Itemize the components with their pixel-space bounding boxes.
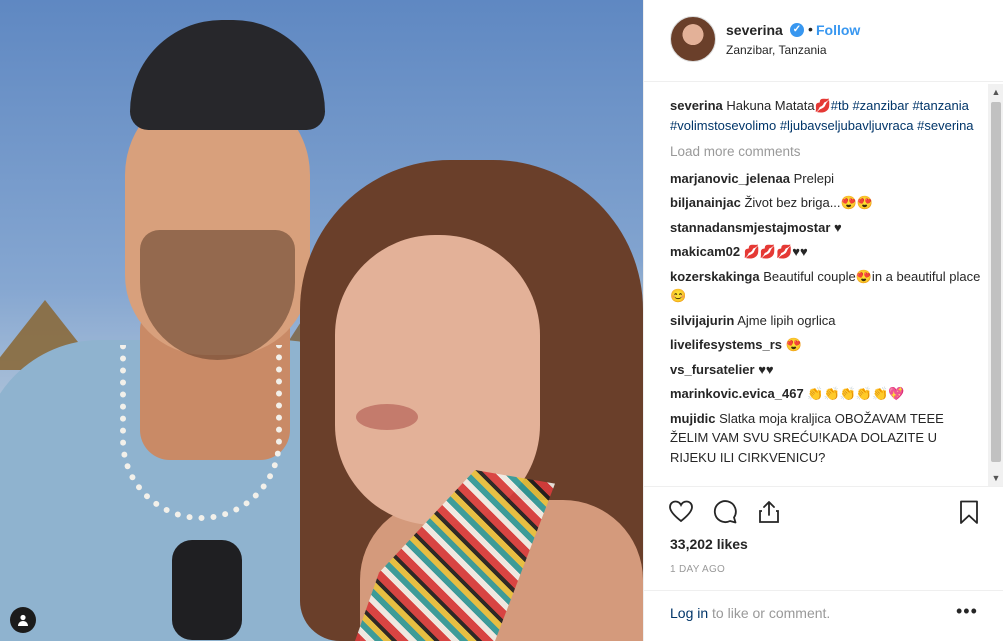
caption-text: Hakuna Matata💋 [726, 98, 831, 113]
comment-username[interactable]: mujidic [670, 411, 716, 426]
comment-item: stannadansmjestajmostar ♥ [670, 218, 984, 238]
photo-sunglasses [172, 540, 242, 640]
comment-item: vs_fursatelier ♥♥ [670, 360, 984, 380]
user-tag-icon[interactable] [10, 607, 36, 633]
comment-item: biljanainjac Život bez briga...😍😍 [670, 193, 984, 213]
comment-text: ♥♥ [758, 361, 774, 377]
comment-username[interactable]: marinkovic.evica_467 [670, 386, 804, 401]
caption: severina Hakuna Matata💋#tb #zanzibar #ta… [670, 96, 984, 135]
hashtag-link[interactable]: #severina [917, 118, 973, 133]
action-bar [644, 486, 1003, 538]
verified-badge-icon: ✓ [790, 23, 804, 37]
comment-item: marinkovic.evica_467 👏👏👏👏👏💖 [670, 384, 984, 404]
heart-icon[interactable] [668, 499, 694, 525]
location-link[interactable]: Zanzibar, Tanzania [726, 43, 827, 57]
comment-username[interactable]: stannadansmjestajmostar [670, 220, 830, 235]
caption-username[interactable]: severina [670, 98, 723, 113]
comment-username[interactable]: makicam02 [670, 244, 740, 259]
comment-text: Život bez briga...😍😍 [744, 195, 873, 210]
comment-footer: Log in to like or comment. ••• [644, 590, 1003, 641]
comments-list[interactable]: severina Hakuna Matata💋#tb #zanzibar #ta… [670, 96, 984, 486]
comment-username[interactable]: biljanainjac [670, 195, 741, 210]
post-header: severina ✓ • Follow Zanzibar, Tanzania [644, 0, 1003, 82]
comment-text: ♥ [834, 219, 842, 235]
photo-man-necklace [120, 345, 282, 521]
comment-item: makicam02 💋💋💋♥♥ [670, 242, 984, 262]
login-prompt: Log in to like or comment. [670, 605, 830, 621]
hashtag-link[interactable]: #zanzibar [852, 98, 908, 113]
post-photo[interactable] [0, 0, 643, 641]
bookmark-icon[interactable] [956, 499, 982, 525]
comment-item: mujidic Slatka moja kraljica OBOŽAVAM TE… [670, 409, 984, 468]
header-username[interactable]: severina [726, 22, 783, 38]
more-options-icon[interactable]: ••• [956, 601, 978, 622]
scroll-up-arrow-icon[interactable]: ▲ [988, 84, 1003, 100]
post-timestamp[interactable]: 1 DAY AGO [670, 564, 725, 575]
follow-button[interactable]: Follow [816, 22, 860, 38]
comment-text: 😍 [785, 337, 802, 352]
hashtag-link[interactable]: #tb [831, 98, 849, 113]
hashtag-link[interactable]: #tanzania [912, 98, 968, 113]
comment-item: marjanovic_jelenaa Prelepi [670, 169, 984, 189]
hashtag-link[interactable]: #ljubavseljubavljuvraca [780, 118, 914, 133]
comment-username[interactable]: livelifesystems_rs [670, 337, 782, 352]
avatar[interactable] [670, 16, 716, 62]
comment-username[interactable]: marjanovic_jelenaa [670, 171, 790, 186]
login-prompt-text: to like or comment. [708, 605, 831, 621]
comment-item: silvijajurin Ajme lipih ogrlica [670, 311, 984, 331]
scrollbar-thumb[interactable] [991, 102, 1001, 462]
header-separator: • [808, 21, 813, 37]
comment-username[interactable]: kozerskakinga [670, 269, 760, 284]
instagram-post: severina ✓ • Follow Zanzibar, Tanzania s… [0, 0, 1003, 641]
comment-text: 💋💋💋♥♥ [743, 244, 808, 259]
post-side-panel: severina ✓ • Follow Zanzibar, Tanzania s… [643, 0, 1003, 641]
photo-woman-lips [356, 404, 418, 430]
comment-text: 👏👏👏👏👏💖 [807, 386, 905, 401]
scroll-down-arrow-icon[interactable]: ▼ [988, 470, 1003, 486]
comment-username[interactable]: silvijajurin [670, 313, 734, 328]
photo-man-cap [130, 20, 325, 130]
comment-username[interactable]: vs_fursatelier [670, 362, 755, 377]
login-link[interactable]: Log in [670, 605, 708, 621]
hashtag-link[interactable]: #volimstosevolimo [670, 118, 776, 133]
load-more-comments-button[interactable]: Load more comments [670, 142, 984, 162]
share-icon[interactable] [756, 499, 782, 525]
comment-text: Ajme lipih ogrlica [737, 312, 836, 328]
comment-text: Prelepi [793, 170, 835, 186]
comment-item: kozerskakinga Beautiful couple😍in a beau… [670, 267, 984, 306]
likes-count[interactable]: 33,202 likes [670, 536, 748, 552]
comment-bubble-icon[interactable] [712, 499, 738, 525]
comment-item: livelifesystems_rs 😍 [670, 335, 984, 355]
comments-scrollbar[interactable]: ▲ ▼ [988, 84, 1003, 486]
